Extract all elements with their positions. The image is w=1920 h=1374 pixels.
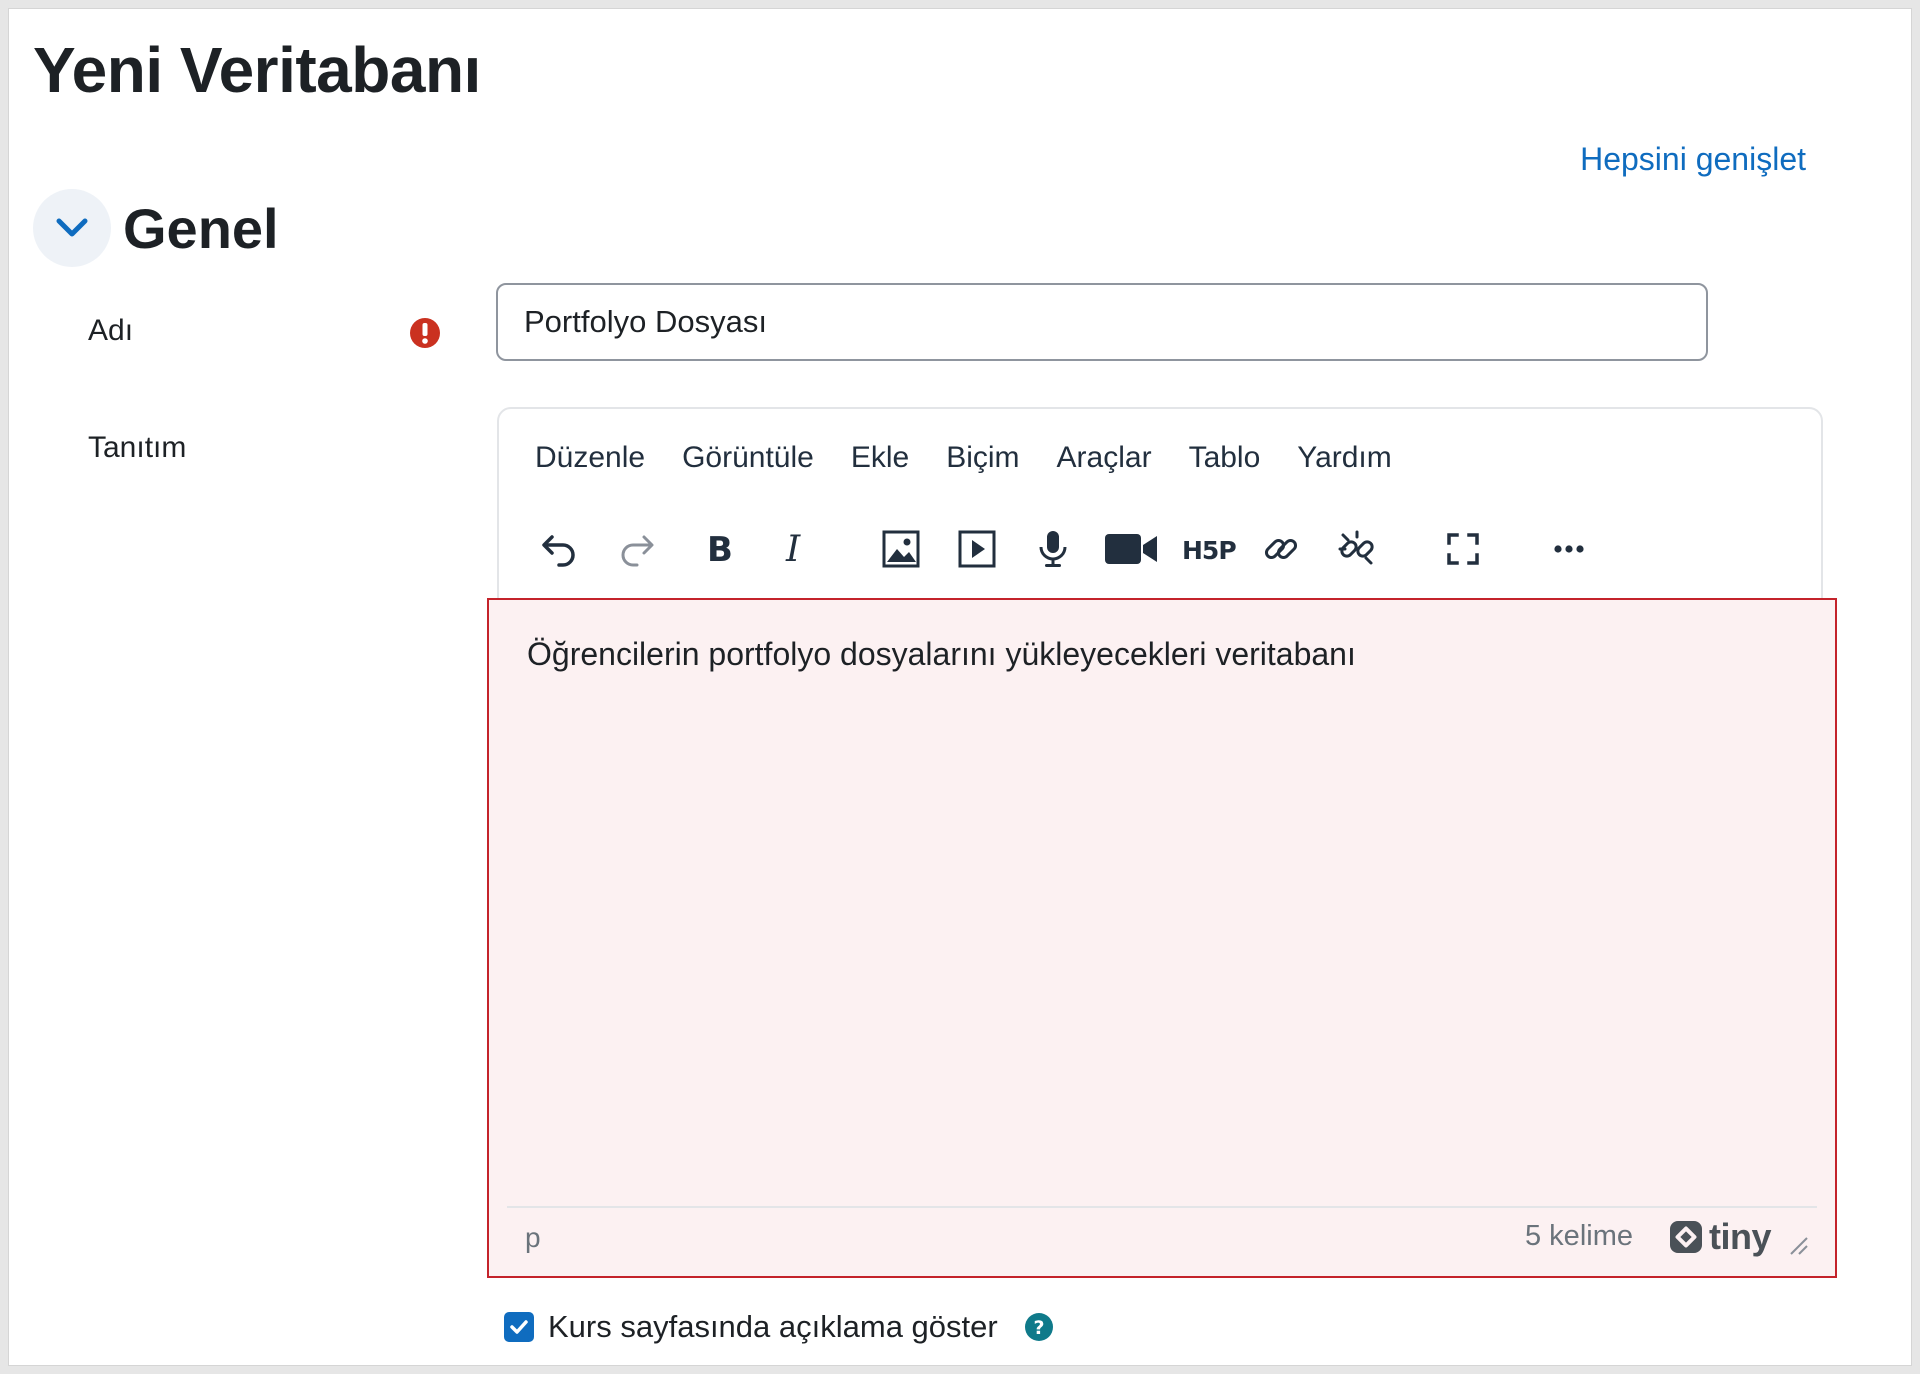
image-icon[interactable] bbox=[873, 519, 929, 579]
resize-handle-icon[interactable] bbox=[1787, 1234, 1809, 1256]
intro-label: Tanıtım bbox=[88, 431, 187, 464]
expand-all-link[interactable]: Hepsini genişlet bbox=[1580, 141, 1806, 178]
video-camera-icon[interactable] bbox=[1099, 519, 1163, 579]
microphone-icon[interactable] bbox=[1025, 519, 1081, 579]
menu-tools[interactable]: Araçlar bbox=[1057, 441, 1152, 475]
editor-content-area[interactable]: Öğrencilerin portfolyo dosyalarını yükle… bbox=[487, 598, 1837, 1278]
tiny-logo-icon bbox=[1669, 1221, 1702, 1253]
svg-text:I: I bbox=[785, 529, 801, 569]
element-path[interactable]: p bbox=[525, 1222, 541, 1254]
svg-text:?: ? bbox=[1033, 1317, 1044, 1339]
svg-text:B: B bbox=[707, 530, 733, 569]
show-description-row: Kurs sayfasında açıklama göster ? bbox=[504, 1309, 1054, 1345]
chevron-down-icon[interactable] bbox=[33, 189, 111, 267]
name-input[interactable] bbox=[496, 283, 1708, 361]
media-icon[interactable] bbox=[949, 519, 1005, 579]
tiny-brand[interactable]: tiny bbox=[1669, 1216, 1772, 1258]
menu-table[interactable]: Tablo bbox=[1189, 441, 1261, 475]
page-frame: Yeni Veritabanı Hepsini genişlet Genel A… bbox=[8, 8, 1912, 1366]
section-header-general: Genel bbox=[33, 189, 279, 267]
menu-help[interactable]: Yardım bbox=[1297, 441, 1391, 475]
redo-icon[interactable] bbox=[609, 519, 665, 579]
checkmark-icon bbox=[510, 1320, 528, 1334]
menu-format[interactable]: Biçim bbox=[946, 441, 1019, 475]
italic-icon[interactable]: I bbox=[767, 519, 823, 579]
more-icon[interactable] bbox=[1541, 519, 1597, 579]
menu-view[interactable]: Görüntüle bbox=[682, 441, 814, 475]
undo-icon[interactable] bbox=[531, 519, 587, 579]
editor-statusbar: p 5 kelime tiny bbox=[507, 1206, 1817, 1264]
page-title: Yeni Veritabanı bbox=[33, 34, 481, 106]
svg-text:H5P: H5P bbox=[1182, 536, 1236, 565]
menu-insert[interactable]: Ekle bbox=[851, 441, 909, 475]
h5p-icon[interactable]: H5P bbox=[1177, 519, 1241, 579]
word-count[interactable]: 5 kelime bbox=[1525, 1220, 1633, 1253]
editor-menubar: Düzenle Görüntüle Ekle Biçim Araçlar Tab… bbox=[535, 441, 1429, 475]
link-icon[interactable] bbox=[1253, 519, 1309, 579]
show-description-label[interactable]: Kurs sayfasında açıklama göster bbox=[548, 1309, 998, 1345]
show-description-checkbox[interactable] bbox=[504, 1312, 534, 1342]
question-circle-icon[interactable]: ? bbox=[1024, 1312, 1054, 1342]
editor-content-text[interactable]: Öğrencilerin portfolyo dosyalarını yükle… bbox=[527, 636, 1356, 673]
bold-icon[interactable]: B bbox=[691, 519, 747, 579]
menu-edit[interactable]: Düzenle bbox=[535, 441, 645, 475]
fullscreen-icon[interactable] bbox=[1435, 519, 1491, 579]
unlink-icon[interactable] bbox=[1329, 519, 1385, 579]
name-label: Adı bbox=[88, 314, 134, 347]
exclamation-circle-icon bbox=[410, 318, 440, 348]
section-title: Genel bbox=[123, 196, 279, 260]
brand-text: tiny bbox=[1708, 1216, 1772, 1257]
